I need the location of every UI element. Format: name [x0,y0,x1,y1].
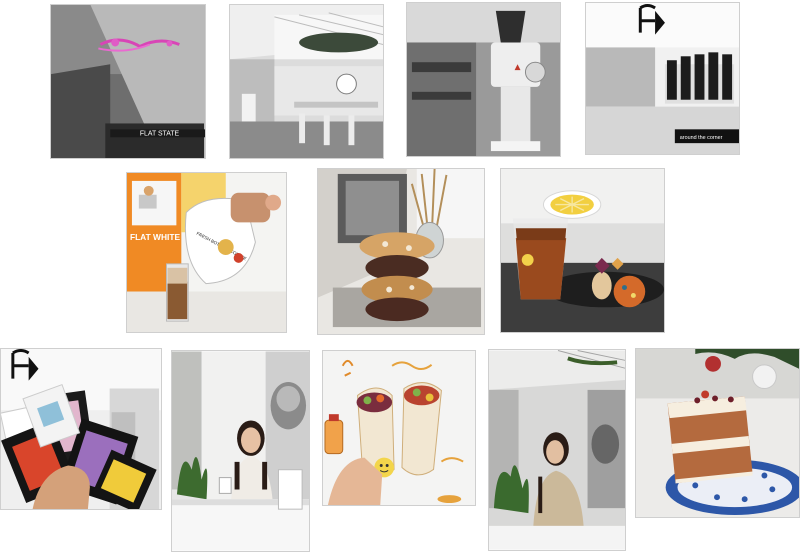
interior-bright-room-image [230,5,383,158]
iced-tea-cookies-image [501,169,664,332]
photo-interior-bright-room[interactable] [229,4,384,159]
flat-white-bag-image: FLAT WHITE FRESH BOTTLED COFFEE [127,173,286,332]
photo-flat-white-bag[interactable]: FLAT WHITE FRESH BOTTLED COFFEE [126,172,287,333]
photo-carrot-cake[interactable] [635,348,800,518]
photo-iced-tea-cookies[interactable] [500,168,665,333]
flat-white-poster: FLAT WHITE [130,232,180,242]
cookie-stack-image [318,169,484,334]
counter-sign: around the corner [680,135,723,141]
photo-wraps[interactable] [322,350,476,506]
photo-counter-cups[interactable]: around the corner [585,2,740,155]
photo-woman-white-shirt[interactable] [171,350,310,552]
carrot-cake-image [636,349,799,517]
photo-cookie-stack[interactable] [317,168,485,335]
interior-neon-image: FLAT STATE [51,5,205,158]
photo-coffee-drip-bags[interactable] [0,348,162,510]
coffee-drip-bags-image [1,349,161,509]
cafe-sign: FLAT STATE [140,130,180,137]
woman-white-shirt-image [172,351,309,551]
counter-cups-image: around the corner [586,3,739,154]
photo-interior-neon[interactable]: FLAT STATE [50,4,206,159]
grinder-bar-image [407,3,560,156]
wraps-image [323,351,475,505]
woman-beige-jacket-image [489,350,625,550]
photo-grinder-bar[interactable] [406,2,561,157]
photo-woman-beige-jacket[interactable] [488,349,626,551]
